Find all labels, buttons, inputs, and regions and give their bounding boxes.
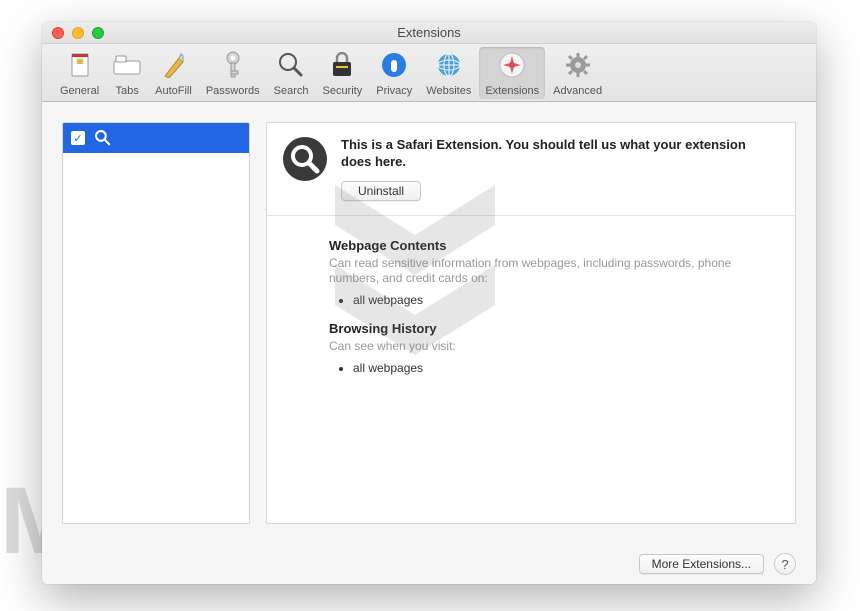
window-title: Extensions bbox=[397, 25, 461, 40]
permissions-section: Webpage Contents Can read sensitive info… bbox=[267, 216, 795, 399]
tab-autofill[interactable]: AutoFill bbox=[149, 47, 198, 99]
webpage-contents-heading: Webpage Contents bbox=[329, 238, 773, 253]
preferences-window: Extensions General Tabs AutoFill Passwor… bbox=[42, 22, 816, 584]
browsing-history-text: Can see when you visit: bbox=[329, 339, 773, 355]
security-icon bbox=[328, 51, 356, 79]
extensions-list: ✓ bbox=[62, 122, 250, 524]
tab-label: Search bbox=[274, 85, 309, 97]
search-icon bbox=[93, 128, 113, 148]
browsing-history-heading: Browsing History bbox=[329, 321, 773, 336]
tab-search[interactable]: Search bbox=[268, 47, 315, 99]
tab-extensions[interactable]: Extensions bbox=[479, 47, 545, 99]
extension-description: This is a Safari Extension. You should t… bbox=[341, 137, 779, 171]
tab-label: Advanced bbox=[553, 85, 602, 97]
uninstall-button[interactable]: Uninstall bbox=[341, 181, 421, 201]
extension-enable-checkbox[interactable]: ✓ bbox=[71, 131, 85, 145]
websites-icon bbox=[435, 51, 463, 79]
tab-label: Privacy bbox=[376, 85, 412, 97]
privacy-icon bbox=[380, 51, 408, 79]
tab-label: Websites bbox=[426, 85, 471, 97]
tab-privacy[interactable]: Privacy bbox=[370, 47, 418, 99]
autofill-icon bbox=[159, 51, 187, 79]
tab-label: AutoFill bbox=[155, 85, 192, 97]
tab-label: Tabs bbox=[116, 85, 139, 97]
zoom-button[interactable] bbox=[92, 27, 104, 39]
traffic-lights bbox=[52, 27, 104, 39]
search-icon bbox=[283, 137, 327, 181]
advanced-icon bbox=[564, 51, 592, 79]
tab-tabs[interactable]: Tabs bbox=[107, 47, 147, 99]
search-icon bbox=[277, 51, 305, 79]
extensions-icon bbox=[498, 51, 526, 79]
tab-advanced[interactable]: Advanced bbox=[547, 47, 608, 99]
tab-label: General bbox=[60, 85, 99, 97]
tab-label: Passwords bbox=[206, 85, 260, 97]
webpage-contents-text: Can read sensitive information from webp… bbox=[329, 256, 773, 287]
tab-label: Extensions bbox=[485, 85, 539, 97]
passwords-icon bbox=[219, 51, 247, 79]
extension-detail-panel: This is a Safari Extension. You should t… bbox=[266, 122, 796, 524]
footer-bar: More Extensions... ? bbox=[42, 544, 816, 584]
close-button[interactable] bbox=[52, 27, 64, 39]
help-button[interactable]: ? bbox=[774, 553, 796, 575]
tab-general[interactable]: General bbox=[54, 47, 105, 99]
detail-header: This is a Safari Extension. You should t… bbox=[267, 123, 795, 216]
tab-label: Security bbox=[322, 85, 362, 97]
preferences-toolbar: General Tabs AutoFill Passwords Search bbox=[42, 44, 816, 102]
title-bar: Extensions bbox=[42, 22, 816, 44]
extension-list-item[interactable]: ✓ bbox=[63, 123, 249, 153]
webpage-contents-item: all webpages bbox=[353, 293, 773, 307]
general-icon bbox=[66, 51, 94, 79]
browsing-history-item: all webpages bbox=[353, 361, 773, 375]
minimize-button[interactable] bbox=[72, 27, 84, 39]
content-area: ✓ This is a Safari Extension. You should… bbox=[42, 102, 816, 544]
tab-security[interactable]: Security bbox=[316, 47, 368, 99]
tab-websites[interactable]: Websites bbox=[420, 47, 477, 99]
tabs-icon bbox=[113, 51, 141, 79]
tab-passwords[interactable]: Passwords bbox=[200, 47, 266, 99]
more-extensions-button[interactable]: More Extensions... bbox=[639, 554, 764, 574]
